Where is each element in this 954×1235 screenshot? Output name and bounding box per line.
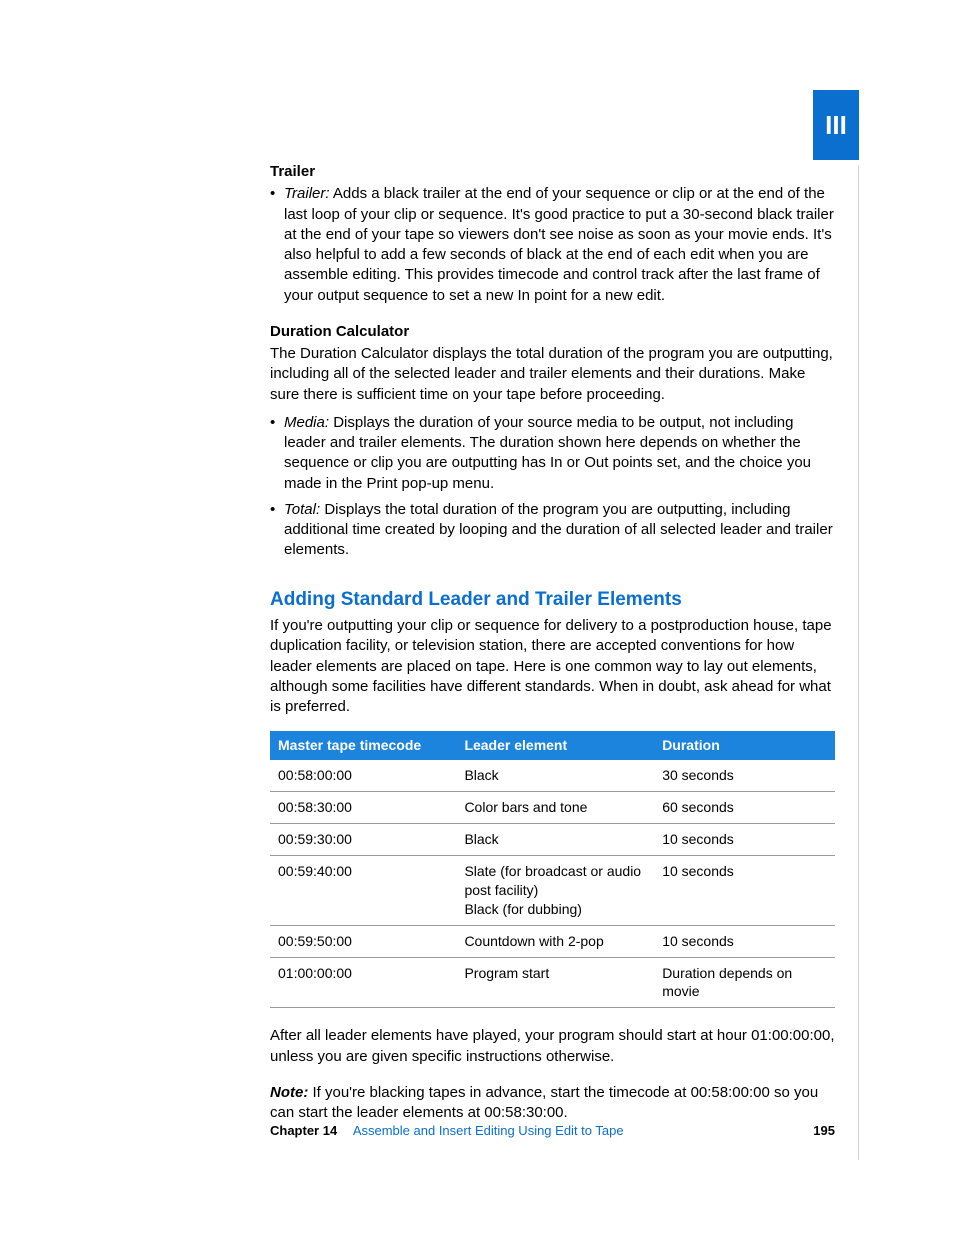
cell-element: Black <box>456 824 654 856</box>
cell-element: Black <box>456 760 654 791</box>
chapter-title: Assemble and Insert Editing Using Edit t… <box>353 1123 624 1138</box>
cell-duration: 10 seconds <box>654 855 835 925</box>
page-content: Trailer Trailer: Adds a black trailer at… <box>270 162 835 1123</box>
col-header-element: Leader element <box>456 731 654 760</box>
body-text: Displays the total duration of the progr… <box>284 501 833 559</box>
cell-timecode: 00:59:30:00 <box>270 824 456 856</box>
trailer-list: Trailer: Adds a black trailer at the end… <box>270 184 835 306</box>
page-right-rule <box>858 165 859 1160</box>
page-number: 195 <box>813 1123 835 1138</box>
col-header-timecode: Master tape timecode <box>270 731 456 760</box>
run-in-term: Trailer: <box>284 185 330 202</box>
cell-timecode: 00:59:40:00 <box>270 855 456 925</box>
leader-table: Master tape timecode Leader element Dura… <box>270 731 835 1008</box>
cell-duration: Duration depends on movie <box>654 957 835 1008</box>
list-item: Total: Displays the total duration of th… <box>270 500 835 561</box>
table-row: 00:59:50:00 Countdown with 2-pop 10 seco… <box>270 925 835 957</box>
cell-timecode: 00:58:00:00 <box>270 760 456 791</box>
body-text: The Duration Calculator displays the tot… <box>270 344 835 405</box>
cell-timecode: 01:00:00:00 <box>270 957 456 1008</box>
cell-element: Color bars and tone <box>456 792 654 824</box>
chapter-label: Chapter 14 <box>270 1123 337 1138</box>
table-row: 00:59:40:00 Slate (for broadcast or audi… <box>270 855 835 925</box>
table-header-row: Master tape timecode Leader element Dura… <box>270 731 835 760</box>
run-in-term: Total: <box>284 501 320 518</box>
part-badge: III <box>813 90 859 160</box>
body-text: Displays the duration of your source med… <box>284 414 811 492</box>
cell-element: Slate (for broadcast or audio post facil… <box>456 855 654 925</box>
cell-duration: 30 seconds <box>654 760 835 791</box>
duration-list: Media: Displays the duration of your sou… <box>270 413 835 561</box>
page-footer: Chapter 14 Assemble and Insert Editing U… <box>270 1123 835 1138</box>
body-text: If you're outputting your clip or sequen… <box>270 616 835 717</box>
footer-left: Chapter 14 Assemble and Insert Editing U… <box>270 1123 624 1138</box>
cell-duration: 10 seconds <box>654 824 835 856</box>
cell-duration: 10 seconds <box>654 925 835 957</box>
list-item: Media: Displays the duration of your sou… <box>270 413 835 494</box>
list-item: Trailer: Adds a black trailer at the end… <box>270 184 835 306</box>
note-label: Note: <box>270 1084 308 1101</box>
body-text: After all leader elements have played, y… <box>270 1026 835 1067</box>
cell-duration: 60 seconds <box>654 792 835 824</box>
section-heading: Adding Standard Leader and Trailer Eleme… <box>270 587 835 613</box>
cell-element: Program start <box>456 957 654 1008</box>
table-row: 00:58:30:00 Color bars and tone 60 secon… <box>270 792 835 824</box>
table-row: 00:58:00:00 Black 30 seconds <box>270 760 835 791</box>
table-row: 00:59:30:00 Black 10 seconds <box>270 824 835 856</box>
trailer-heading: Trailer <box>270 162 835 182</box>
run-in-term: Media: <box>284 414 329 431</box>
cell-timecode: 00:58:30:00 <box>270 792 456 824</box>
note-paragraph: Note: If you're blacking tapes in advanc… <box>270 1083 835 1124</box>
cell-timecode: 00:59:50:00 <box>270 925 456 957</box>
duration-heading: Duration Calculator <box>270 322 835 342</box>
cell-element: Countdown with 2-pop <box>456 925 654 957</box>
body-text: Adds a black trailer at the end of your … <box>284 185 834 303</box>
body-text: If you're blacking tapes in advance, sta… <box>270 1084 818 1121</box>
table-row: 01:00:00:00 Program start Duration depen… <box>270 957 835 1008</box>
col-header-duration: Duration <box>654 731 835 760</box>
